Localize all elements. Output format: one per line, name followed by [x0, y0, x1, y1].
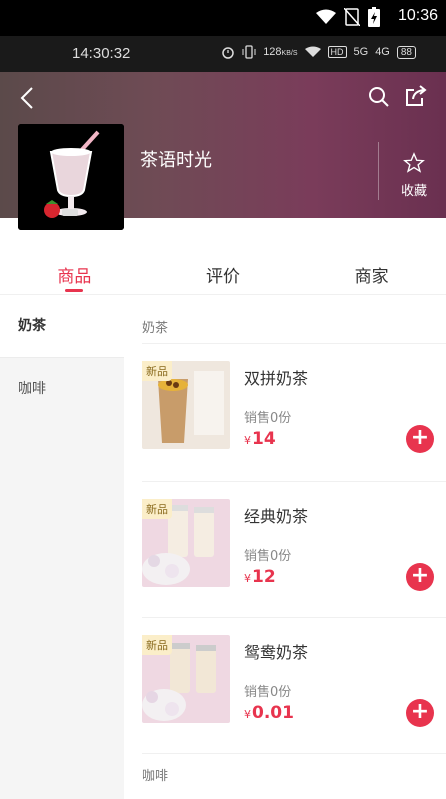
add-to-cart-button[interactable]: +: [406, 699, 434, 727]
tab-merchant[interactable]: 商家: [297, 244, 446, 294]
add-to-cart-button[interactable]: +: [406, 425, 434, 453]
battery-charging-icon: [368, 7, 380, 27]
wifi-icon: [304, 46, 321, 57]
category-sidebar: 奶茶 咖啡: [0, 295, 124, 799]
phone-status-icons: 128KB/S HD 5G 4G 88: [221, 45, 416, 59]
back-icon[interactable]: [18, 86, 38, 110]
product-price: ¥14: [244, 429, 276, 449]
system-status-bar: 10:36: [0, 0, 446, 36]
section-title-milk-tea: 奶茶: [142, 321, 169, 336]
signal-4g: 4G: [375, 46, 390, 58]
phone-time: 14:30:32: [72, 45, 131, 62]
product-item[interactable]: 新品 经典奶茶 销售0份 ¥12 +: [142, 499, 446, 619]
tab-label: 商品: [57, 267, 92, 287]
tab-reviews[interactable]: 评价: [149, 244, 298, 294]
product-name[interactable]: 鸳鸯奶茶: [244, 639, 308, 663]
divider: [142, 481, 446, 482]
system-status-icons: [316, 7, 380, 27]
share-icon[interactable]: [404, 84, 428, 108]
search-icon[interactable]: [368, 86, 390, 108]
favorite-button[interactable]: 收藏: [392, 152, 436, 199]
new-badge: 新品: [142, 499, 172, 519]
tab-active-indicator: [65, 289, 84, 292]
tab-label: 商家: [354, 267, 389, 287]
section-title-coffee: 咖啡: [142, 769, 169, 784]
divider: [142, 753, 446, 754]
star-icon: [403, 152, 425, 173]
header-divider: [378, 142, 379, 200]
product-sales: 销售0份: [244, 549, 292, 564]
product-name[interactable]: 经典奶茶: [244, 503, 308, 527]
store-header: 茶语时光 收藏: [0, 72, 446, 230]
product-item[interactable]: 新品 鸳鸯奶茶 销售0份 ¥0.01 +: [142, 635, 446, 755]
wifi-icon: [316, 9, 336, 24]
divider: [142, 343, 446, 344]
category-item-coffee[interactable]: 咖啡: [0, 357, 124, 419]
store-logo: [18, 124, 124, 230]
network-speed: 128KB/S: [263, 46, 298, 58]
favorite-label: 收藏: [400, 184, 427, 199]
category-item-milk-tea[interactable]: 奶茶: [0, 295, 124, 357]
system-time: 10:36: [397, 7, 438, 24]
milkshake-image: [18, 124, 124, 230]
new-badge: 新品: [142, 361, 172, 381]
divider: [142, 617, 446, 618]
no-sim-icon: [344, 8, 360, 26]
battery-level: 88: [396, 45, 416, 59]
tab-label: 评价: [206, 267, 240, 287]
tab-products[interactable]: 商品: [0, 244, 149, 294]
add-to-cart-button[interactable]: +: [406, 563, 434, 591]
vibrate-icon: [242, 45, 256, 59]
product-list[interactable]: 奶茶 新品 双拼奶茶 销售0份 ¥14 + 新品 经典奶茶 销售0份 ¥12 +…: [124, 295, 446, 799]
alarm-icon: [222, 47, 234, 59]
signal-5g: 5G: [353, 46, 369, 58]
product-price: ¥0.01: [244, 703, 294, 723]
store-tabs: 商品 评价 商家: [0, 244, 446, 294]
phone-status-bar: 14:30:32 128KB/S HD 5G 4G 88: [0, 36, 446, 72]
product-name[interactable]: 双拼奶茶: [244, 365, 308, 389]
hd-badge: HD: [327, 46, 347, 58]
store-name: 茶语时光: [140, 150, 212, 171]
new-badge: 新品: [142, 635, 172, 655]
product-item[interactable]: 新品 双拼奶茶 销售0份 ¥14 +: [142, 361, 446, 481]
product-sales: 销售0份: [244, 685, 292, 700]
product-sales: 销售0份: [244, 411, 292, 426]
product-price: ¥12: [244, 567, 276, 587]
